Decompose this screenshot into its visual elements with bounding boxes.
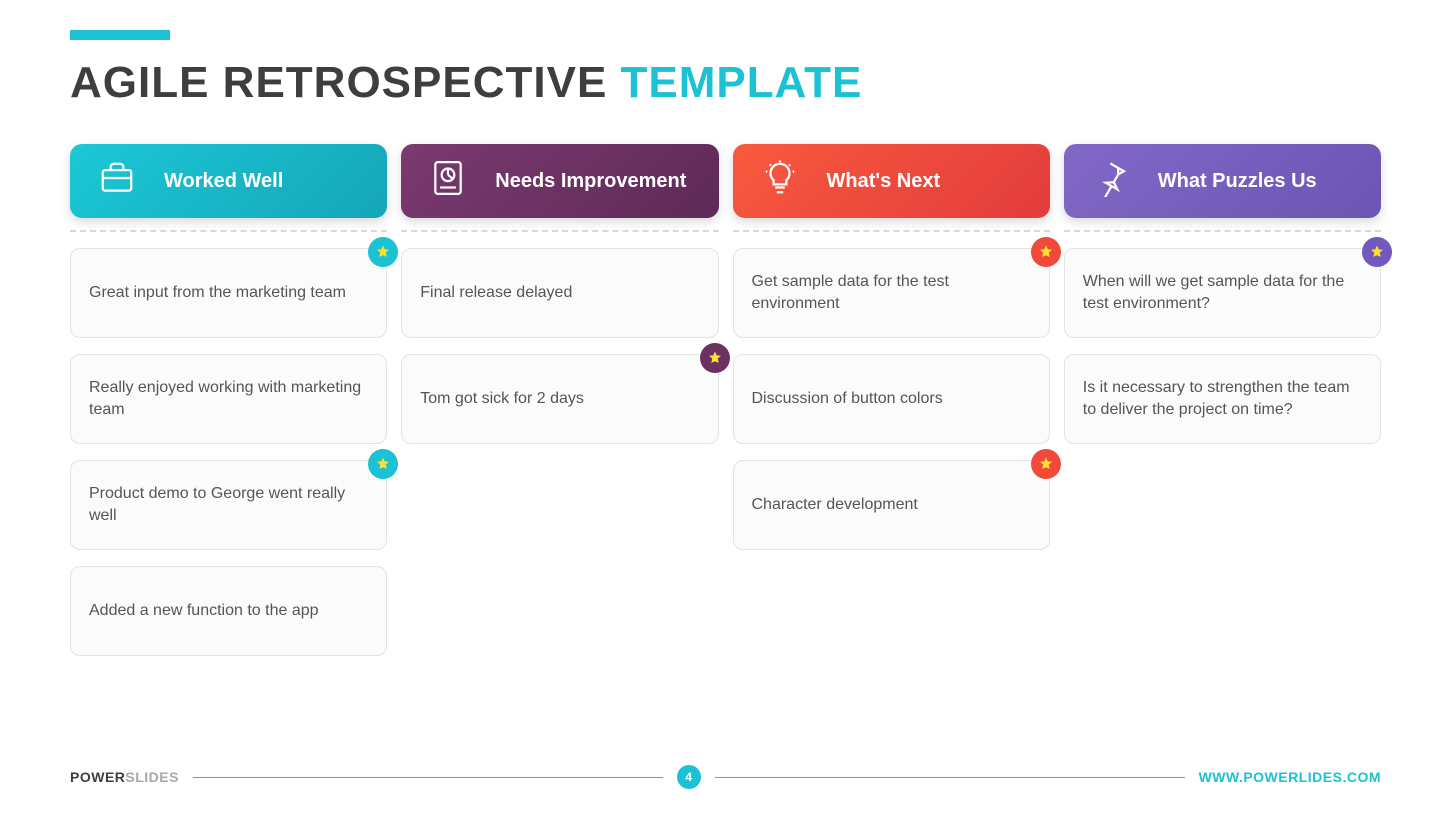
retro-card: Tom got sick for 2 days [401, 354, 718, 444]
footer-line-left [193, 777, 663, 778]
retro-card: Product demo to George went really well [70, 460, 387, 550]
star-badge [368, 449, 398, 479]
pushpin-icon [1092, 159, 1130, 203]
card-text: Really enjoyed working with marketing te… [89, 377, 368, 420]
retro-card: Great input from the marketing team [70, 248, 387, 338]
star-badge [700, 343, 730, 373]
card-text: Character development [752, 494, 918, 516]
column-label: What Puzzles Us [1158, 170, 1317, 193]
card-text: Tom got sick for 2 days [420, 388, 584, 410]
column-needs-improvement: Needs Improvement Final release delayed … [401, 144, 718, 672]
brand-light: SLIDES [125, 769, 179, 785]
title-main: AGILE RETROSPECTIVE [70, 58, 621, 107]
brand-logo: POWERSLIDES [70, 769, 179, 785]
column-label: Needs Improvement [495, 170, 686, 193]
card-text: When will we get sample data for the tes… [1083, 271, 1362, 314]
card-text: Final release delayed [420, 282, 572, 304]
accent-bar [70, 30, 170, 40]
retro-card: Added a new function to the app [70, 566, 387, 656]
retro-card: Really enjoyed working with marketing te… [70, 354, 387, 444]
footer-line-right [715, 777, 1185, 778]
page-title: AGILE RETROSPECTIVE TEMPLATE [70, 58, 1381, 108]
column-what-puzzles-us: What Puzzles Us When will we get sample … [1064, 144, 1381, 672]
dashed-divider [401, 230, 718, 232]
retro-card: When will we get sample data for the tes… [1064, 248, 1381, 338]
column-whats-next: What's Next Get sample data for the test… [733, 144, 1050, 672]
column-header-needs-improvement: Needs Improvement [401, 144, 718, 218]
star-badge [368, 237, 398, 267]
column-label: What's Next [827, 170, 941, 193]
star-badge [1031, 237, 1061, 267]
footer: POWERSLIDES 4 WWW.POWERLIDES.COM [70, 765, 1381, 789]
card-text: Is it necessary to strengthen the team t… [1083, 377, 1362, 420]
dashed-divider [733, 230, 1050, 232]
retro-card: Get sample data for the test environment [733, 248, 1050, 338]
title-accent: TEMPLATE [621, 58, 863, 107]
dashed-divider [1064, 230, 1381, 232]
dashed-divider [70, 230, 387, 232]
column-worked-well: Worked Well Great input from the marketi… [70, 144, 387, 672]
card-text: Great input from the marketing team [89, 282, 346, 304]
column-header-what-puzzles-us: What Puzzles Us [1064, 144, 1381, 218]
lightbulb-icon [761, 159, 799, 203]
card-text: Added a new function to the app [89, 600, 319, 622]
briefcase-icon [98, 159, 136, 203]
card-text: Get sample data for the test environment [752, 271, 1031, 314]
column-header-worked-well: Worked Well [70, 144, 387, 218]
footer-url: WWW.POWERLIDES.COM [1199, 769, 1381, 785]
retro-card: Is it necessary to strengthen the team t… [1064, 354, 1381, 444]
card-text: Discussion of button colors [752, 388, 943, 410]
card-text: Product demo to George went really well [89, 483, 368, 526]
brand-main: POWER [70, 769, 125, 785]
retro-card: Character development [733, 460, 1050, 550]
star-badge [1031, 449, 1061, 479]
star-badge [1362, 237, 1392, 267]
retro-card: Discussion of button colors [733, 354, 1050, 444]
retro-card: Final release delayed [401, 248, 718, 338]
column-label: Worked Well [164, 170, 283, 193]
pie-doc-icon [429, 159, 467, 203]
retro-board: Worked Well Great input from the marketi… [70, 144, 1381, 672]
page-number: 4 [677, 765, 701, 789]
column-header-whats-next: What's Next [733, 144, 1050, 218]
